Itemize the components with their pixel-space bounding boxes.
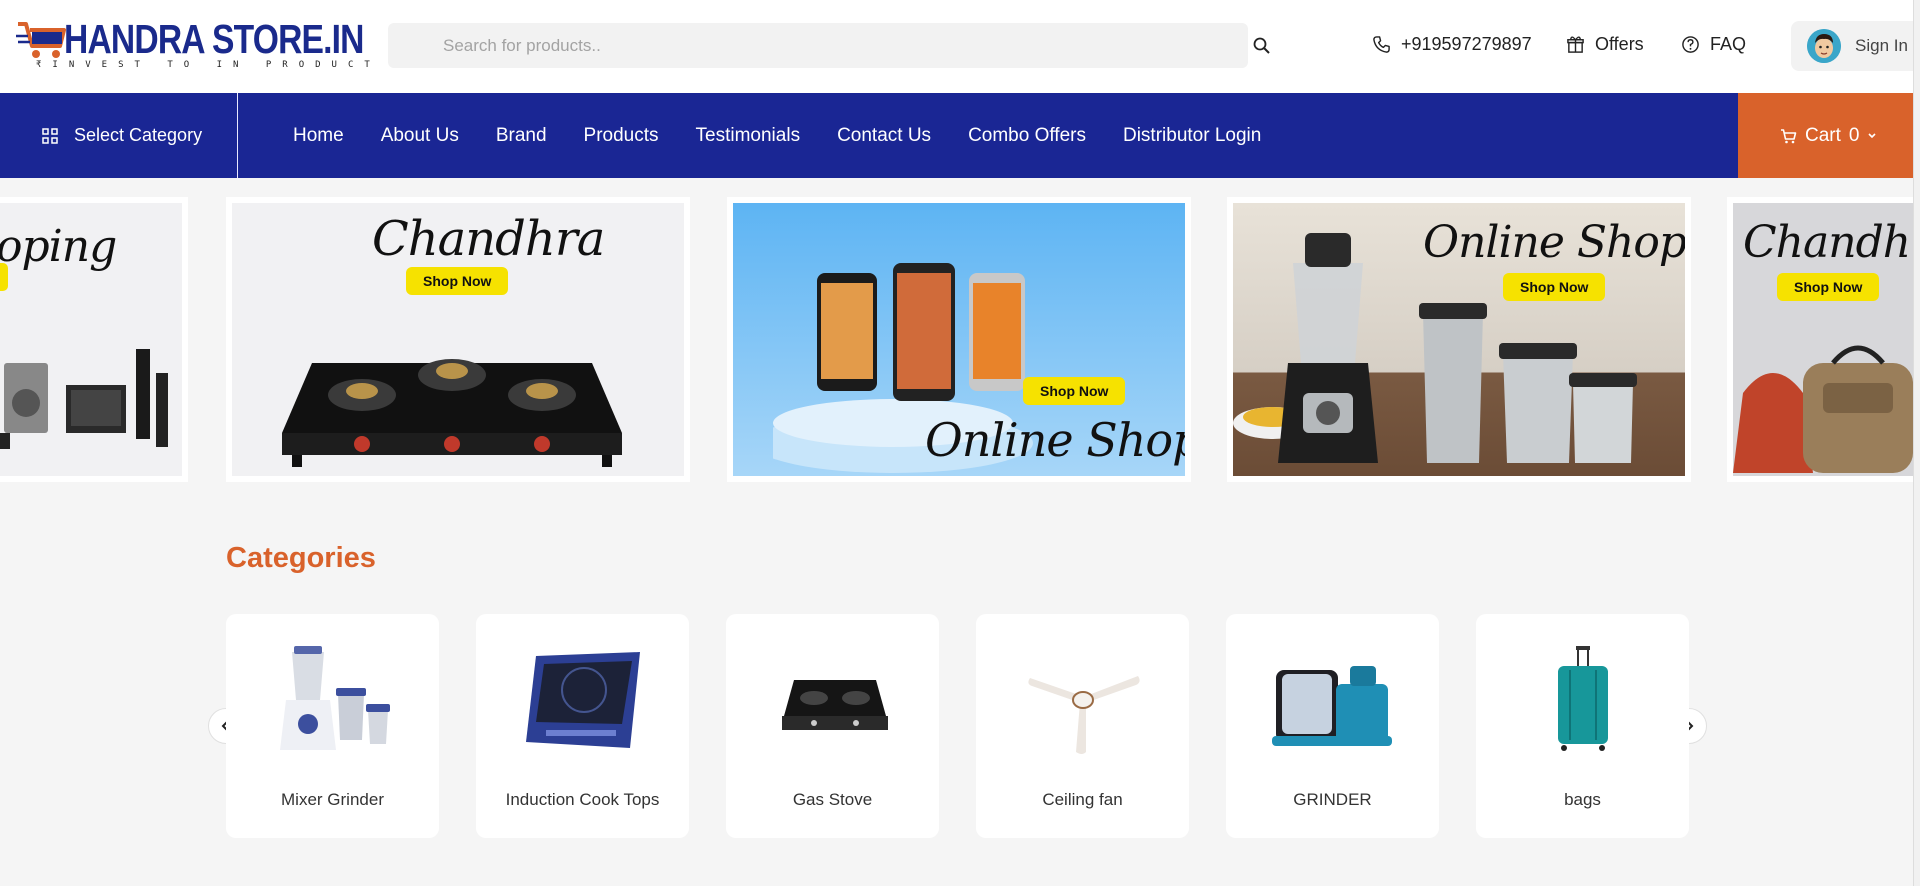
gas-stove-image	[782, 680, 888, 730]
gas-stove-banner-image	[282, 359, 622, 467]
avatar	[1807, 29, 1841, 63]
categories-title: Categories	[226, 542, 376, 574]
cart-count: 0	[1848, 124, 1860, 146]
induction-cooktop-image	[526, 652, 640, 748]
sign-in-label: Sign In	[1855, 36, 1908, 55]
cart-icon	[1781, 128, 1797, 143]
shop-now-button[interactable]: Shop Now	[1023, 377, 1126, 405]
search-input[interactable]	[388, 23, 1248, 68]
select-category-button[interactable]: Select Category	[42, 93, 202, 178]
nav-distributor-login[interactable]: Distributor Login	[1123, 125, 1261, 147]
category-label: Gas Stove	[792, 790, 873, 809]
banner-script-text: Chandhra	[1743, 217, 1920, 268]
banner-slide[interactable]: Online Shoping Shop Now	[1227, 197, 1691, 482]
nav-brand[interactable]: Brand	[496, 125, 547, 147]
shop-now-button[interactable]: Shop Now	[1777, 273, 1880, 301]
nav-home[interactable]: Home	[293, 125, 344, 147]
nav-about-us[interactable]: About Us	[381, 125, 459, 147]
nav-menu: Home About Us Brand Products Testimonial…	[293, 93, 1298, 178]
gift-icon	[1567, 36, 1584, 53]
nav-divider	[237, 93, 238, 178]
faq-label: FAQ	[1710, 34, 1747, 54]
nav-testimonials[interactable]: Testimonials	[696, 125, 801, 147]
phone-link[interactable]: +919597279897	[1372, 34, 1532, 55]
main-nav: Select Category Home About Us Brand Prod…	[0, 93, 1920, 178]
banner-slide[interactable]: oping	[0, 197, 188, 482]
help-circle-icon	[1682, 36, 1699, 53]
site-logo[interactable]: HANDRA STORE.IN ₹INVEST TO IN PRODUCT	[16, 14, 370, 74]
category-label: Mixer Grinder	[281, 790, 384, 809]
select-category-label: Select Category	[74, 125, 203, 145]
banner-script-text: oping	[0, 221, 117, 272]
nav-contact-us[interactable]: Contact Us	[837, 125, 931, 147]
bags-banner-image	[1733, 345, 1913, 473]
nav-products[interactable]: Products	[584, 125, 659, 147]
category-label: Ceiling fan	[1042, 790, 1123, 809]
suitcase-image	[1558, 646, 1608, 751]
shop-now-button-partial[interactable]	[0, 263, 8, 291]
banner-slide[interactable]: Chandhra Shop Now	[1727, 197, 1920, 482]
phone-number: +919597279897	[1401, 34, 1532, 54]
logo-tagline: ₹INVEST TO IN PRODUCT	[36, 60, 381, 70]
logo-text: HANDRA STORE.IN	[64, 16, 364, 62]
page-scrollbar[interactable]	[1913, 0, 1920, 886]
category-label: Induction Cook Tops	[505, 790, 660, 809]
category-label: bags	[1564, 790, 1601, 809]
banner-script-text: Chandhra	[372, 211, 605, 267]
mixer-banner-image	[1233, 233, 1637, 463]
cart-button[interactable]: Cart 0	[1738, 93, 1920, 178]
phone-icon	[1373, 36, 1390, 53]
category-label: GRINDER	[1293, 790, 1372, 809]
cart-logo-icon	[16, 22, 66, 58]
offers-link[interactable]: Offers	[1566, 34, 1644, 55]
banner-slide[interactable]: Chandhra Shop Now	[226, 197, 690, 482]
shop-now-button[interactable]: Shop Now	[406, 267, 509, 295]
category-card-mixer-grinder[interactable]: Mixer Grinder	[226, 614, 439, 838]
category-card-induction-cook-tops[interactable]: Induction Cook Tops	[476, 614, 689, 838]
category-card-grinder[interactable]: GRINDER	[1226, 614, 1439, 838]
sign-in-button[interactable]: Sign In	[1791, 21, 1920, 71]
electronics-image	[0, 349, 168, 449]
grid-icon	[42, 127, 58, 144]
banner-slide[interactable]: Shop Now Online Shoping	[727, 197, 1191, 482]
category-card-ceiling-fan[interactable]: Ceiling fan	[976, 614, 1189, 838]
category-card-gas-stove[interactable]: Gas Stove	[726, 614, 939, 838]
ceiling-fan-image	[1028, 676, 1140, 754]
mixer-grinder-image	[280, 646, 390, 750]
wet-grinder-image	[1272, 666, 1392, 746]
chevron-down-icon	[1868, 132, 1877, 138]
nav-combo-offers[interactable]: Combo Offers	[968, 125, 1086, 147]
cart-label: Cart	[1805, 124, 1841, 146]
offers-label: Offers	[1595, 34, 1644, 54]
faq-link[interactable]: FAQ	[1681, 34, 1746, 55]
category-card-bags[interactable]: bags	[1476, 614, 1689, 838]
banner-script-text: Online Shoping	[925, 413, 1185, 467]
search-icon[interactable]	[1252, 36, 1272, 56]
site-header: HANDRA STORE.IN ₹INVEST TO IN PRODUCT +9…	[0, 0, 1920, 93]
